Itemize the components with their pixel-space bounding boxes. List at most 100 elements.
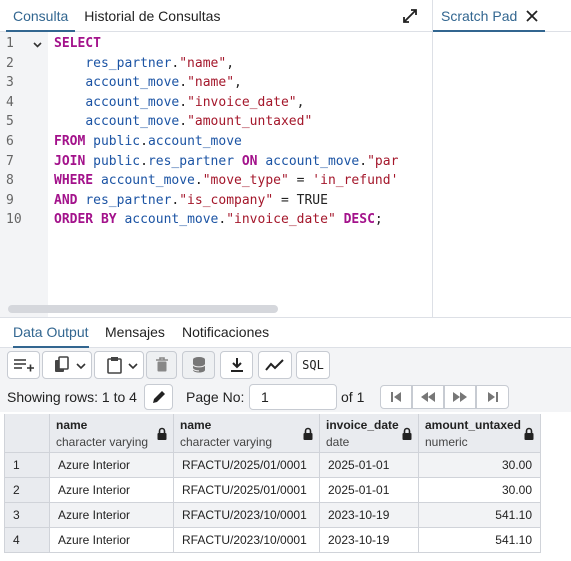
fast-forward-icon <box>453 392 467 402</box>
code-token: WHERE <box>54 173 94 189</box>
row-number[interactable]: 1 <box>4 453 50 478</box>
code-token: "amount_untaxed" <box>187 114 313 130</box>
query-tool: Consulta Historial de Consultas Scratch … <box>0 0 571 561</box>
column-type: date <box>326 435 350 449</box>
line-number: 5 <box>6 114 14 130</box>
table-cell[interactable]: 2025-01-01 <box>320 478 419 503</box>
tab-mensajes[interactable]: Mensajes <box>105 318 165 348</box>
chevron-down-icon[interactable] <box>128 362 138 370</box>
fold-chevron-icon[interactable] <box>33 42 42 48</box>
row-number[interactable]: 4 <box>4 528 50 553</box>
code-token: , <box>234 75 242 91</box>
table-cell[interactable]: Azure Interior <box>50 528 174 553</box>
row-number[interactable]: 3 <box>4 503 50 528</box>
code-token: res_partner <box>147 153 235 169</box>
code-token: "invoice_date" <box>226 212 336 228</box>
column-header[interactable]: name character varying <box>50 414 174 453</box>
sql-editor[interactable]: 1 SELECT 2 res_partner."name", 3 account_mo… <box>0 32 432 318</box>
next-page-button[interactable] <box>444 385 476 409</box>
tab-historial[interactable]: Historial de Consultas <box>78 0 226 32</box>
query-tabs: Consulta Historial de Consultas <box>0 0 432 32</box>
rows-count: Showing rows: 1 to 4 <box>7 389 137 405</box>
first-page-button[interactable] <box>380 385 412 409</box>
code-text: account_move."amount_untaxed" <box>54 114 312 129</box>
column-header[interactable]: amount_untaxed numeric <box>419 414 541 453</box>
code-text: account_move."name", <box>54 75 242 90</box>
page-total: of 1 <box>341 389 365 405</box>
line-number: 8 <box>6 173 14 189</box>
add-row-button[interactable] <box>7 351 40 379</box>
code-token: . <box>179 114 188 130</box>
code-token: account_move <box>265 153 360 169</box>
code-token: "move_type" <box>202 173 289 189</box>
table-cell[interactable]: 30.00 <box>419 453 541 478</box>
line-number: 3 <box>6 75 14 91</box>
table-cell[interactable]: 2023-10-19 <box>320 503 419 528</box>
first-page-icon <box>391 392 401 402</box>
column-header[interactable]: invoice_date date <box>320 414 419 453</box>
last-page-button[interactable] <box>476 385 509 409</box>
code-token: = <box>288 173 313 189</box>
expand-icon[interactable] <box>400 6 420 26</box>
download-button[interactable] <box>220 351 253 379</box>
lock-icon <box>402 427 412 440</box>
scratch-pad-label: Scratch Pad <box>441 8 518 24</box>
graph-button[interactable] <box>258 351 292 379</box>
pane-divider[interactable] <box>432 0 433 318</box>
table-cell[interactable]: RFACTU/2025/01/0001 <box>174 453 320 478</box>
code-token: ON <box>241 153 258 169</box>
code-text: AND res_partner."is_company" = TRUE <box>54 193 328 208</box>
table-cell[interactable]: 541.10 <box>419 528 541 553</box>
code-token: public <box>93 153 141 169</box>
tab-consulta[interactable]: Consulta <box>6 0 76 32</box>
code-token: , <box>226 55 235 71</box>
horizontal-scrollbar[interactable] <box>8 305 278 313</box>
pagination-bar: Showing rows: 1 to 4 Page No: 1 of 1 <box>0 382 571 412</box>
chevron-down-icon[interactable] <box>76 362 86 370</box>
code-token: AND <box>54 192 78 208</box>
column-type: character varying <box>180 435 273 449</box>
column-header[interactable]: name character varying <box>174 414 320 453</box>
table-cell[interactable]: 2025-01-01 <box>320 453 419 478</box>
line-number: 9 <box>6 192 14 208</box>
code-text: FROM public.account_move <box>54 134 242 149</box>
table-cell[interactable]: RFACTU/2023/10/0001 <box>174 503 320 528</box>
save-data-button[interactable] <box>182 351 215 379</box>
close-icon[interactable] <box>524 8 540 24</box>
table-cell[interactable]: 2023-10-19 <box>320 528 419 553</box>
tab-data-output[interactable]: Data Output <box>13 318 89 348</box>
code-token: "name" <box>187 75 235 91</box>
sql-button[interactable]: SQL <box>296 351 330 379</box>
column-type: numeric <box>425 435 468 449</box>
code-token: ORDER BY <box>54 212 117 228</box>
table-cell[interactable]: RFACTU/2025/01/0001 <box>174 478 320 503</box>
table-cell[interactable]: Azure Interior <box>50 453 174 478</box>
column-name: name <box>180 418 212 432</box>
tab-scratch-pad[interactable]: Scratch Pad <box>433 0 571 32</box>
table-cell[interactable]: RFACTU/2023/10/0001 <box>174 528 320 553</box>
copy-button[interactable] <box>42 351 92 379</box>
line-number: 1 <box>6 36 14 51</box>
code-token: "name" <box>179 55 227 71</box>
lock-icon <box>157 427 167 440</box>
edit-button[interactable] <box>144 384 173 410</box>
row-number[interactable]: 2 <box>4 478 50 503</box>
tab-notificaciones[interactable]: Notificaciones <box>182 318 269 348</box>
table-cell[interactable]: Azure Interior <box>50 478 174 503</box>
code-token: . <box>140 153 148 169</box>
table-cell[interactable]: Azure Interior <box>50 503 174 528</box>
delete-button[interactable] <box>146 351 177 379</box>
paste-button[interactable] <box>94 351 144 379</box>
code-token: SELECT <box>54 36 101 51</box>
prev-page-button[interactable] <box>412 385 444 409</box>
page-no-input[interactable]: 1 <box>249 384 337 410</box>
table-cell[interactable]: 541.10 <box>419 503 541 528</box>
code-token: FROM <box>54 134 86 149</box>
row-header-corner[interactable] <box>4 414 50 453</box>
table-cell[interactable]: 30.00 <box>419 478 541 503</box>
database-save-icon <box>192 357 205 373</box>
